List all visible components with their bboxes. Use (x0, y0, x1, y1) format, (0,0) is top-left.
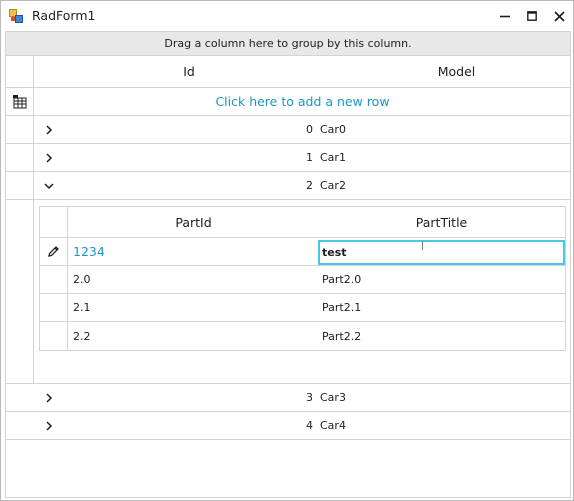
cell-id[interactable]: 1 (63, 144, 313, 171)
child-table-row[interactable]: 2.1 Part2.1 (40, 294, 565, 322)
cell-model[interactable]: Car2 (320, 172, 560, 199)
row-indicator (6, 144, 34, 171)
row-indicator (6, 384, 34, 411)
maximize-button[interactable] (519, 1, 545, 31)
expand-row-button[interactable] (35, 384, 63, 411)
expand-row-button[interactable] (35, 116, 63, 143)
child-row-indicator (40, 266, 68, 293)
cell-id[interactable]: 0 (63, 116, 313, 143)
table-add-icon (12, 94, 26, 108)
column-header-partid[interactable]: PartId (69, 207, 318, 237)
header-indicator (6, 56, 34, 87)
chevron-right-icon (46, 152, 53, 163)
cell-id[interactable]: 4 (63, 412, 313, 439)
table-row[interactable]: 0 Car0 (6, 116, 570, 144)
row-indicator (6, 116, 34, 143)
child-table-row[interactable]: 2.2 Part2.2 (40, 322, 565, 350)
child-view-area: PartId PartTitle 1234 test 2.0 Part2.0 2… (6, 200, 570, 384)
edit-row-indicator (40, 238, 68, 265)
child-row-indicator (40, 322, 68, 350)
cell-model[interactable]: Car0 (320, 116, 560, 143)
chevron-right-icon (46, 392, 53, 403)
table-row[interactable]: 3 Car3 (6, 384, 570, 412)
child-row-indicator (6, 200, 34, 383)
main-window: RadForm1 Drag a column here to group by … (0, 0, 574, 501)
window-title: RadForm1 (32, 8, 96, 23)
app-icon (9, 9, 23, 23)
cell-id[interactable]: 2 (63, 172, 313, 199)
close-icon (553, 10, 565, 22)
table-row-expanded[interactable]: 2 Car2 (6, 172, 570, 200)
chevron-right-icon (46, 124, 53, 135)
table-row[interactable]: 1 Car1 (6, 144, 570, 172)
row-indicator (6, 412, 34, 439)
new-row-indicator (6, 88, 34, 115)
expand-row-button[interactable] (35, 144, 63, 171)
cell-model[interactable]: Car4 (320, 412, 560, 439)
child-table-row[interactable]: 2.0 Part2.0 (40, 266, 565, 294)
add-new-row-link[interactable]: Click here to add a new row (35, 88, 570, 115)
child-edit-row[interactable]: 1234 (40, 238, 565, 266)
new-row[interactable]: Click here to add a new row (6, 88, 570, 116)
minimize-button[interactable] (492, 1, 518, 31)
expand-row-button[interactable] (35, 412, 63, 439)
child-header-row: PartId PartTitle (40, 207, 565, 238)
cell-partid[interactable]: 2.0 (71, 266, 317, 293)
column-header-parttitle[interactable]: PartTitle (318, 207, 565, 237)
column-header-id[interactable]: Id (35, 56, 343, 87)
chevron-right-icon (46, 420, 53, 431)
rad-grid-view[interactable]: Drag a column here to group by this colu… (5, 31, 571, 498)
child-row-indicator (40, 294, 68, 321)
title-bar[interactable]: RadForm1 (1, 1, 573, 31)
pencil-icon (48, 246, 59, 257)
cell-parttitle[interactable]: Part2.0 (320, 266, 565, 293)
cell-parttitle[interactable]: Part2.1 (320, 294, 565, 321)
cell-model[interactable]: Car3 (320, 384, 560, 411)
cell-partid[interactable]: 2.2 (71, 322, 317, 350)
collapse-row-button[interactable] (35, 172, 63, 199)
group-panel[interactable]: Drag a column here to group by this colu… (6, 32, 570, 56)
cell-partid-editing[interactable]: 1234 (71, 238, 317, 265)
close-button[interactable] (546, 1, 572, 31)
row-indicator (6, 172, 34, 199)
cell-id[interactable]: 3 (63, 384, 313, 411)
chevron-down-icon (44, 182, 54, 189)
header-row: Id Model (6, 56, 570, 88)
maximize-icon (527, 11, 537, 21)
parttitle-editor-input[interactable] (318, 240, 565, 265)
child-header-indicator (40, 207, 68, 237)
text-caret (422, 241, 423, 250)
cell-model[interactable]: Car1 (320, 144, 560, 171)
table-row[interactable]: 4 Car4 (6, 412, 570, 440)
cell-parttitle[interactable]: Part2.2 (320, 322, 565, 350)
cell-partid[interactable]: 2.1 (71, 294, 317, 321)
column-header-model[interactable]: Model (343, 56, 570, 87)
child-grid[interactable]: PartId PartTitle 1234 test 2.0 Part2.0 2… (39, 206, 566, 351)
minimize-icon (500, 15, 510, 18)
